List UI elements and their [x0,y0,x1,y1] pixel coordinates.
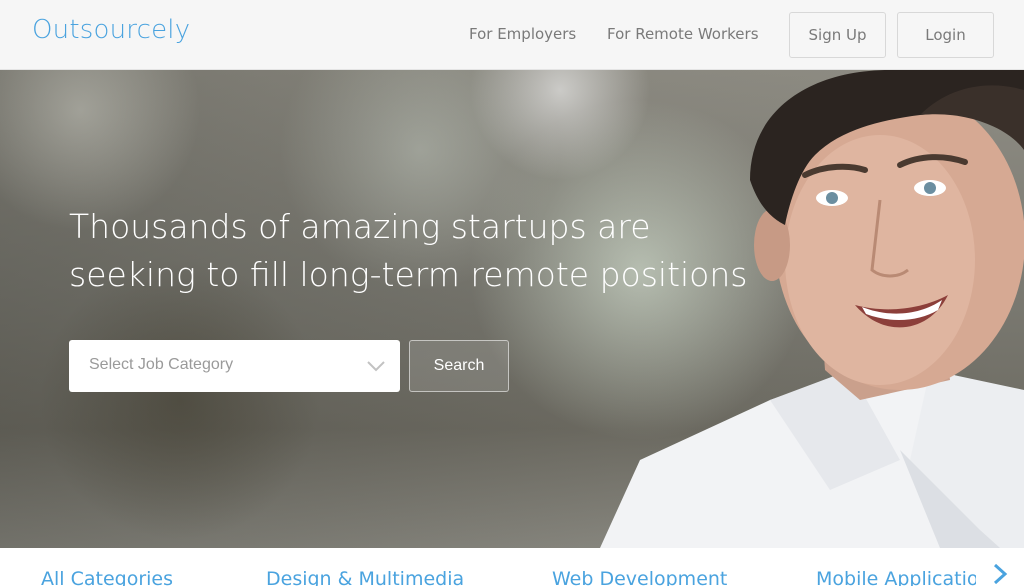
category-all[interactable]: All Categories [41,568,173,586]
job-category-select[interactable]: Select Job Category [69,340,400,392]
category-mobile-applications[interactable]: Mobile Applicatio [816,568,976,586]
signup-button[interactable]: Sign Up [789,12,886,58]
category-strip: All Categories Design & Multimedia Web D… [0,548,1024,586]
category-web-development[interactable]: Web Development [552,568,727,586]
hero-headline-line-1: Thousands of amazing startups are [69,207,651,246]
job-category-placeholder: Select Job Category [89,356,234,373]
hero-headline-line-2: seeking to fill long-term remote positio… [69,255,748,294]
chevron-right-icon[interactable] [990,563,1010,585]
site-logo[interactable]: Outsourcely [32,15,190,45]
site-header: Outsourcely For Employers For Remote Wor… [0,0,1024,70]
nav-for-remote-workers[interactable]: For Remote Workers [607,25,759,43]
hero-headline: Thousands of amazing startups are seekin… [69,203,769,299]
chevron-down-icon [367,361,385,372]
login-button[interactable]: Login [897,12,994,58]
hero-section: Thousands of amazing startups are seekin… [0,70,1024,548]
hero-person-image [600,70,1024,548]
category-design-multimedia[interactable]: Design & Multimedia [266,568,464,586]
nav-for-employers[interactable]: For Employers [469,25,576,43]
search-button[interactable]: Search [409,340,509,392]
